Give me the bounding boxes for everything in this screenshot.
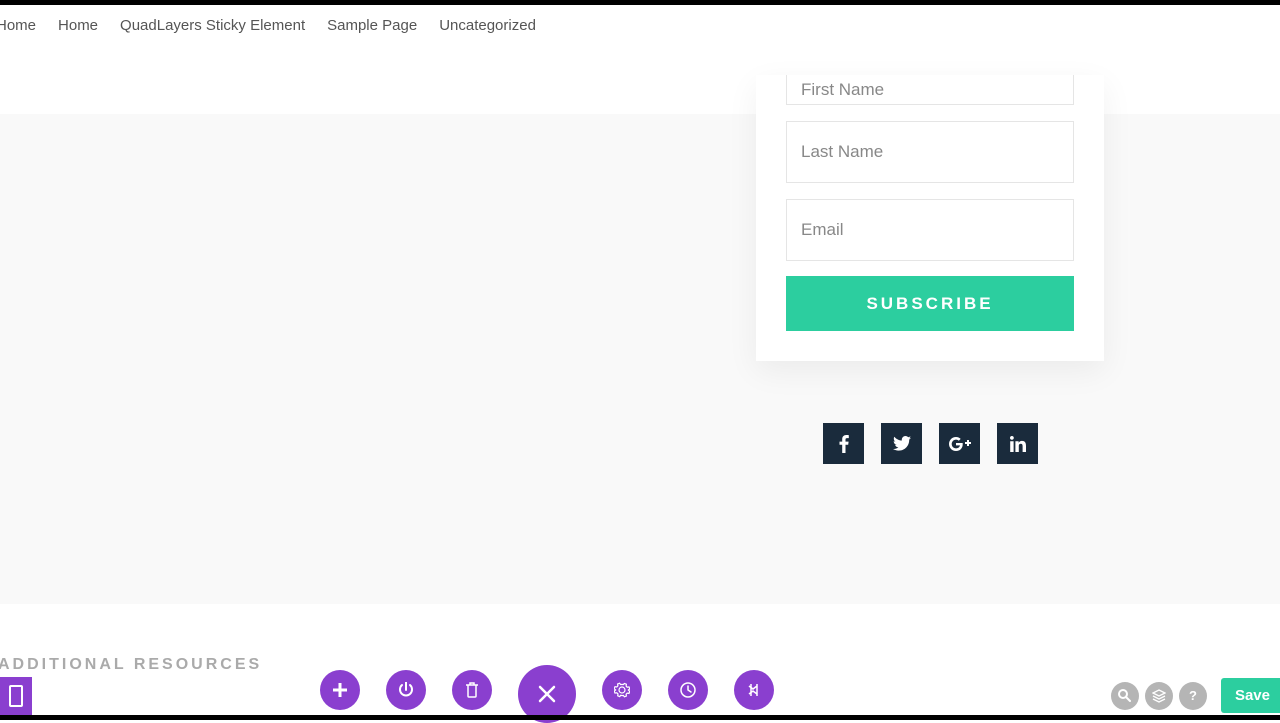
history-button[interactable] <box>668 670 708 710</box>
twitter-button[interactable] <box>881 423 922 464</box>
trash-button[interactable] <box>452 670 492 710</box>
add-button[interactable] <box>320 670 360 710</box>
linkedin-button[interactable] <box>997 423 1038 464</box>
social-row <box>823 423 1038 464</box>
plus-icon <box>333 683 347 697</box>
builder-bottom-bar: ? Save <box>0 667 1280 715</box>
wireframe-button[interactable] <box>734 670 774 710</box>
settings-button[interactable] <box>602 670 642 710</box>
question-icon: ? <box>1189 688 1197 703</box>
facebook-button[interactable] <box>823 423 864 464</box>
facebook-icon <box>839 435 849 453</box>
save-button[interactable]: Save <box>1221 678 1280 713</box>
top-nav: Home Home QuadLayers Sticky Element Samp… <box>0 5 1280 46</box>
nav-quadlayers[interactable]: QuadLayers Sticky Element <box>120 17 305 34</box>
twitter-icon <box>893 436 911 451</box>
subscribe-button[interactable]: SUBSCRIBE <box>786 276 1074 331</box>
builder-toolbar <box>320 665 774 715</box>
googleplus-button[interactable] <box>939 423 980 464</box>
help-button[interactable]: ? <box>1179 682 1207 710</box>
nav-sample-page[interactable]: Sample Page <box>327 17 417 34</box>
wireframe-icon <box>747 682 761 698</box>
content-area: SUBSCRIBE <box>0 114 1280 604</box>
trash-icon <box>465 682 479 698</box>
power-button[interactable] <box>386 670 426 710</box>
bottom-border <box>0 715 1280 720</box>
subscribe-card: SUBSCRIBE <box>756 75 1104 361</box>
layers-icon <box>1152 689 1166 703</box>
nav-uncategorized[interactable]: Uncategorized <box>439 17 536 34</box>
layers-button[interactable] <box>1145 682 1173 710</box>
right-tools: ? Save <box>1111 678 1280 713</box>
nav-home-2[interactable]: Home <box>58 17 98 34</box>
clock-icon <box>680 682 696 698</box>
googleplus-icon <box>949 437 971 451</box>
power-icon <box>398 682 414 698</box>
close-icon <box>537 684 557 704</box>
nav-home-1[interactable]: Home <box>0 17 36 34</box>
last-name-input[interactable] <box>786 121 1074 183</box>
first-name-input[interactable] <box>786 75 1074 105</box>
email-input[interactable] <box>786 199 1074 261</box>
search-icon <box>1118 689 1131 702</box>
gear-icon <box>614 682 630 698</box>
search-button[interactable] <box>1111 682 1139 710</box>
device-toggle-button[interactable] <box>0 677 32 715</box>
linkedin-icon <box>1010 436 1026 452</box>
